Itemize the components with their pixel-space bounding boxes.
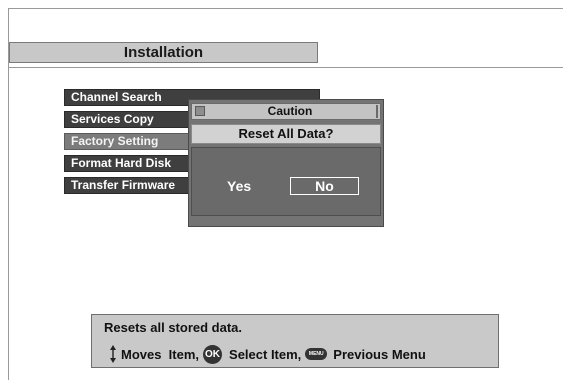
dialog-titlebar: Caution — [191, 103, 381, 120]
caution-dialog: Caution Reset All Data? Yes No — [188, 99, 384, 227]
dialog-title-bevel — [376, 105, 378, 118]
no-button[interactable]: No — [290, 177, 359, 195]
screen-border-top — [8, 8, 563, 9]
help-key-hints: Moves Item, OK Select Item, MENU Previou… — [110, 344, 426, 364]
up-down-arrow-icon — [110, 345, 116, 363]
ok-button-icon: OK — [203, 344, 223, 364]
hint-select-text: Select Item, — [229, 346, 302, 362]
dialog-question: Reset All Data? — [191, 124, 381, 144]
dialog-title: Caution — [267, 104, 313, 118]
help-panel: Resets all stored data. Moves Item, OK S… — [91, 314, 499, 368]
page-title: Installation — [9, 42, 318, 63]
hint-move-text: Moves Item, — [121, 346, 200, 362]
help-description: Resets all stored data. — [104, 320, 242, 335]
menu-button-icon: MENU — [305, 348, 328, 360]
dialog-system-box-icon — [195, 106, 205, 116]
hint-previous-text: Previous Menu — [333, 346, 426, 362]
yes-button[interactable]: Yes — [227, 178, 257, 195]
screen-border-left — [8, 8, 9, 380]
title-divider — [9, 67, 563, 68]
